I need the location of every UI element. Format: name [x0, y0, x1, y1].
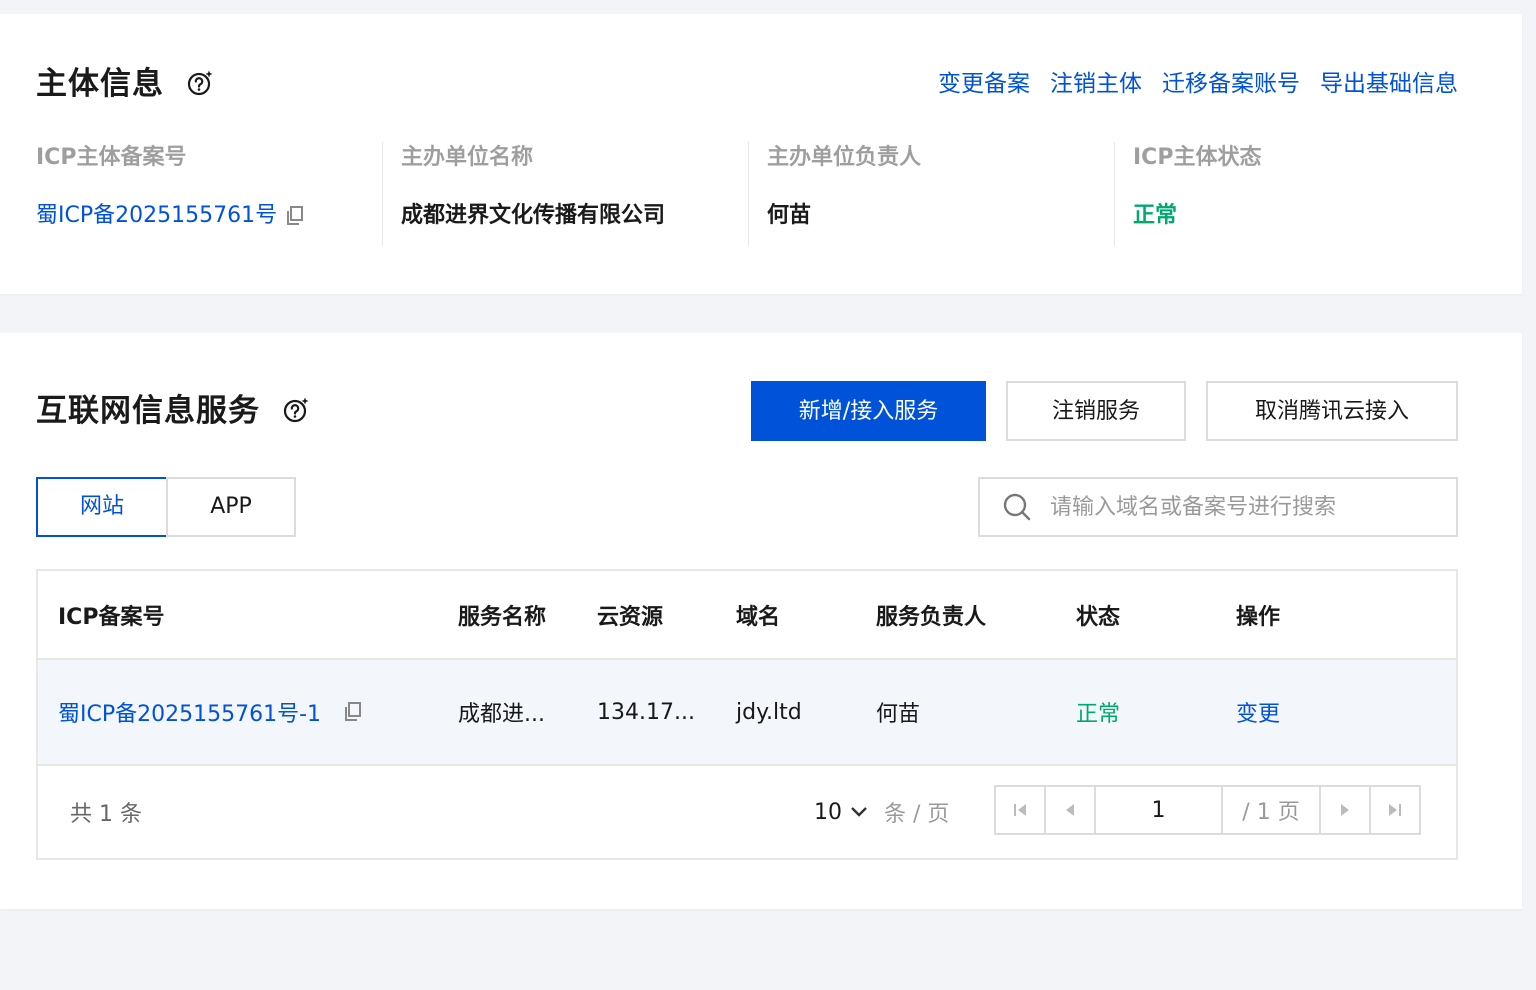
- field-value: 蜀ICP备2025155761号: [36, 200, 401, 232]
- total-count: 共 1 条: [70, 802, 142, 827]
- table-row: 蜀ICP备2025155761号-1 成都进... 134.17... jdy.…: [38, 660, 1456, 766]
- chevron-down-icon: [851, 807, 867, 817]
- pagination: 共 1 条 10 条 / 页 1 / 1 页: [38, 766, 1456, 858]
- icp-record-link[interactable]: 蜀ICP备2025155761号-1: [58, 696, 321, 728]
- first-page-icon: [1014, 804, 1026, 816]
- cell-cloud-resource: 134.17...: [597, 699, 695, 725]
- last-page-button[interactable]: [1369, 785, 1421, 835]
- cell-icp: 蜀ICP备2025155761号-1: [58, 660, 363, 764]
- search-box: [978, 477, 1458, 537]
- page-input[interactable]: 1: [1094, 785, 1223, 835]
- cell-domain: jdy.ltd: [736, 699, 802, 725]
- entity-info-title: 主体信息: [36, 66, 164, 102]
- field-label: ICP主体状态: [1133, 145, 1262, 170]
- change-service-link[interactable]: 变更: [1236, 696, 1280, 728]
- page-size-select[interactable]: 10: [814, 766, 868, 858]
- copy-icon[interactable]: [343, 701, 363, 723]
- status-text: 正常: [1133, 203, 1178, 228]
- internet-service-title: 互联网信息服务: [36, 393, 260, 429]
- change-filing-link[interactable]: 变更备案: [938, 68, 1030, 100]
- search-input[interactable]: [1050, 494, 1430, 520]
- cell-service-name: 成都进...: [458, 702, 545, 727]
- migrate-account-link[interactable]: 迁移备案账号: [1162, 68, 1300, 100]
- entity-actions: 变更备案 注销主体 迁移备案账号 导出基础信息: [938, 68, 1458, 100]
- column-header: 服务负责人: [876, 604, 987, 630]
- column-header: 状态: [1076, 604, 1121, 630]
- field-org-name: 主办单位名称 成都进界文化传播有限公司: [382, 142, 767, 246]
- column-header: 服务名称: [458, 604, 547, 630]
- entity-info-grid: ICP主体备案号 蜀ICP备2025155761号 主办单位名称 成都进界文化传…: [36, 142, 1463, 246]
- column-header: 操作: [1236, 604, 1281, 630]
- icp-number-link[interactable]: 蜀ICP备2025155761号: [36, 200, 277, 232]
- field-value: 成都进界文化传播有限公司: [401, 203, 666, 228]
- cancel-access-button[interactable]: 取消腾讯云接入: [1206, 381, 1458, 441]
- entity-info-card: 主体信息 变更备案 注销主体 迁移备案账号 导出基础信息 ICP主体备案号 蜀I…: [0, 14, 1522, 294]
- add-service-button[interactable]: 新增/接入服务: [751, 381, 986, 441]
- export-info-link[interactable]: 导出基础信息: [1320, 68, 1458, 100]
- field-label: 主办单位名称: [401, 145, 534, 170]
- prev-page-button[interactable]: [1044, 785, 1096, 835]
- table-header: ICP备案号 服务名称 云资源 域名 服务负责人 状态 操作: [38, 571, 1456, 660]
- cell-action: 变更: [1236, 660, 1280, 764]
- copy-icon[interactable]: [285, 205, 305, 227]
- cancel-service-button[interactable]: 注销服务: [1006, 381, 1186, 441]
- field-entity-status: ICP主体状态 正常: [1114, 142, 1463, 246]
- first-page-button[interactable]: [994, 785, 1046, 835]
- column-header: 域名: [736, 604, 781, 630]
- page-size-value: 10: [814, 799, 842, 825]
- field-org-owner: 主办单位负责人 何苗: [748, 142, 1133, 246]
- next-page-icon: [1341, 804, 1349, 816]
- help-sparkle-icon[interactable]: [186, 69, 214, 97]
- column-header: 云资源: [597, 604, 664, 630]
- service-table: ICP备案号 服务名称 云资源 域名 服务负责人 状态 操作 蜀ICP备2025…: [36, 569, 1458, 860]
- cell-status: 正常: [1076, 702, 1121, 727]
- help-sparkle-icon[interactable]: [282, 396, 310, 424]
- internet-service-card: 互联网信息服务 新增/接入服务 注销服务 取消腾讯云接入 网站 APP ICP备…: [0, 333, 1522, 909]
- search-icon: [1003, 493, 1031, 521]
- prev-page-icon: [1066, 804, 1074, 816]
- field-icp-number: ICP主体备案号 蜀ICP备2025155761号: [36, 142, 401, 246]
- per-page-label: 条 / 页: [884, 802, 950, 827]
- service-tabs: 网站 APP: [36, 477, 296, 537]
- total-pages: / 1 页: [1221, 785, 1321, 835]
- last-page-icon: [1389, 804, 1401, 816]
- tab-app[interactable]: APP: [166, 477, 296, 537]
- field-label: 主办单位负责人: [767, 145, 922, 170]
- cancel-entity-link[interactable]: 注销主体: [1050, 68, 1142, 100]
- tab-website[interactable]: 网站: [36, 477, 168, 537]
- cell-owner: 何苗: [876, 702, 921, 727]
- next-page-button[interactable]: [1319, 785, 1371, 835]
- field-value: 何苗: [767, 203, 812, 228]
- column-header: ICP备案号: [58, 604, 165, 630]
- field-label: ICP主体备案号: [36, 145, 187, 170]
